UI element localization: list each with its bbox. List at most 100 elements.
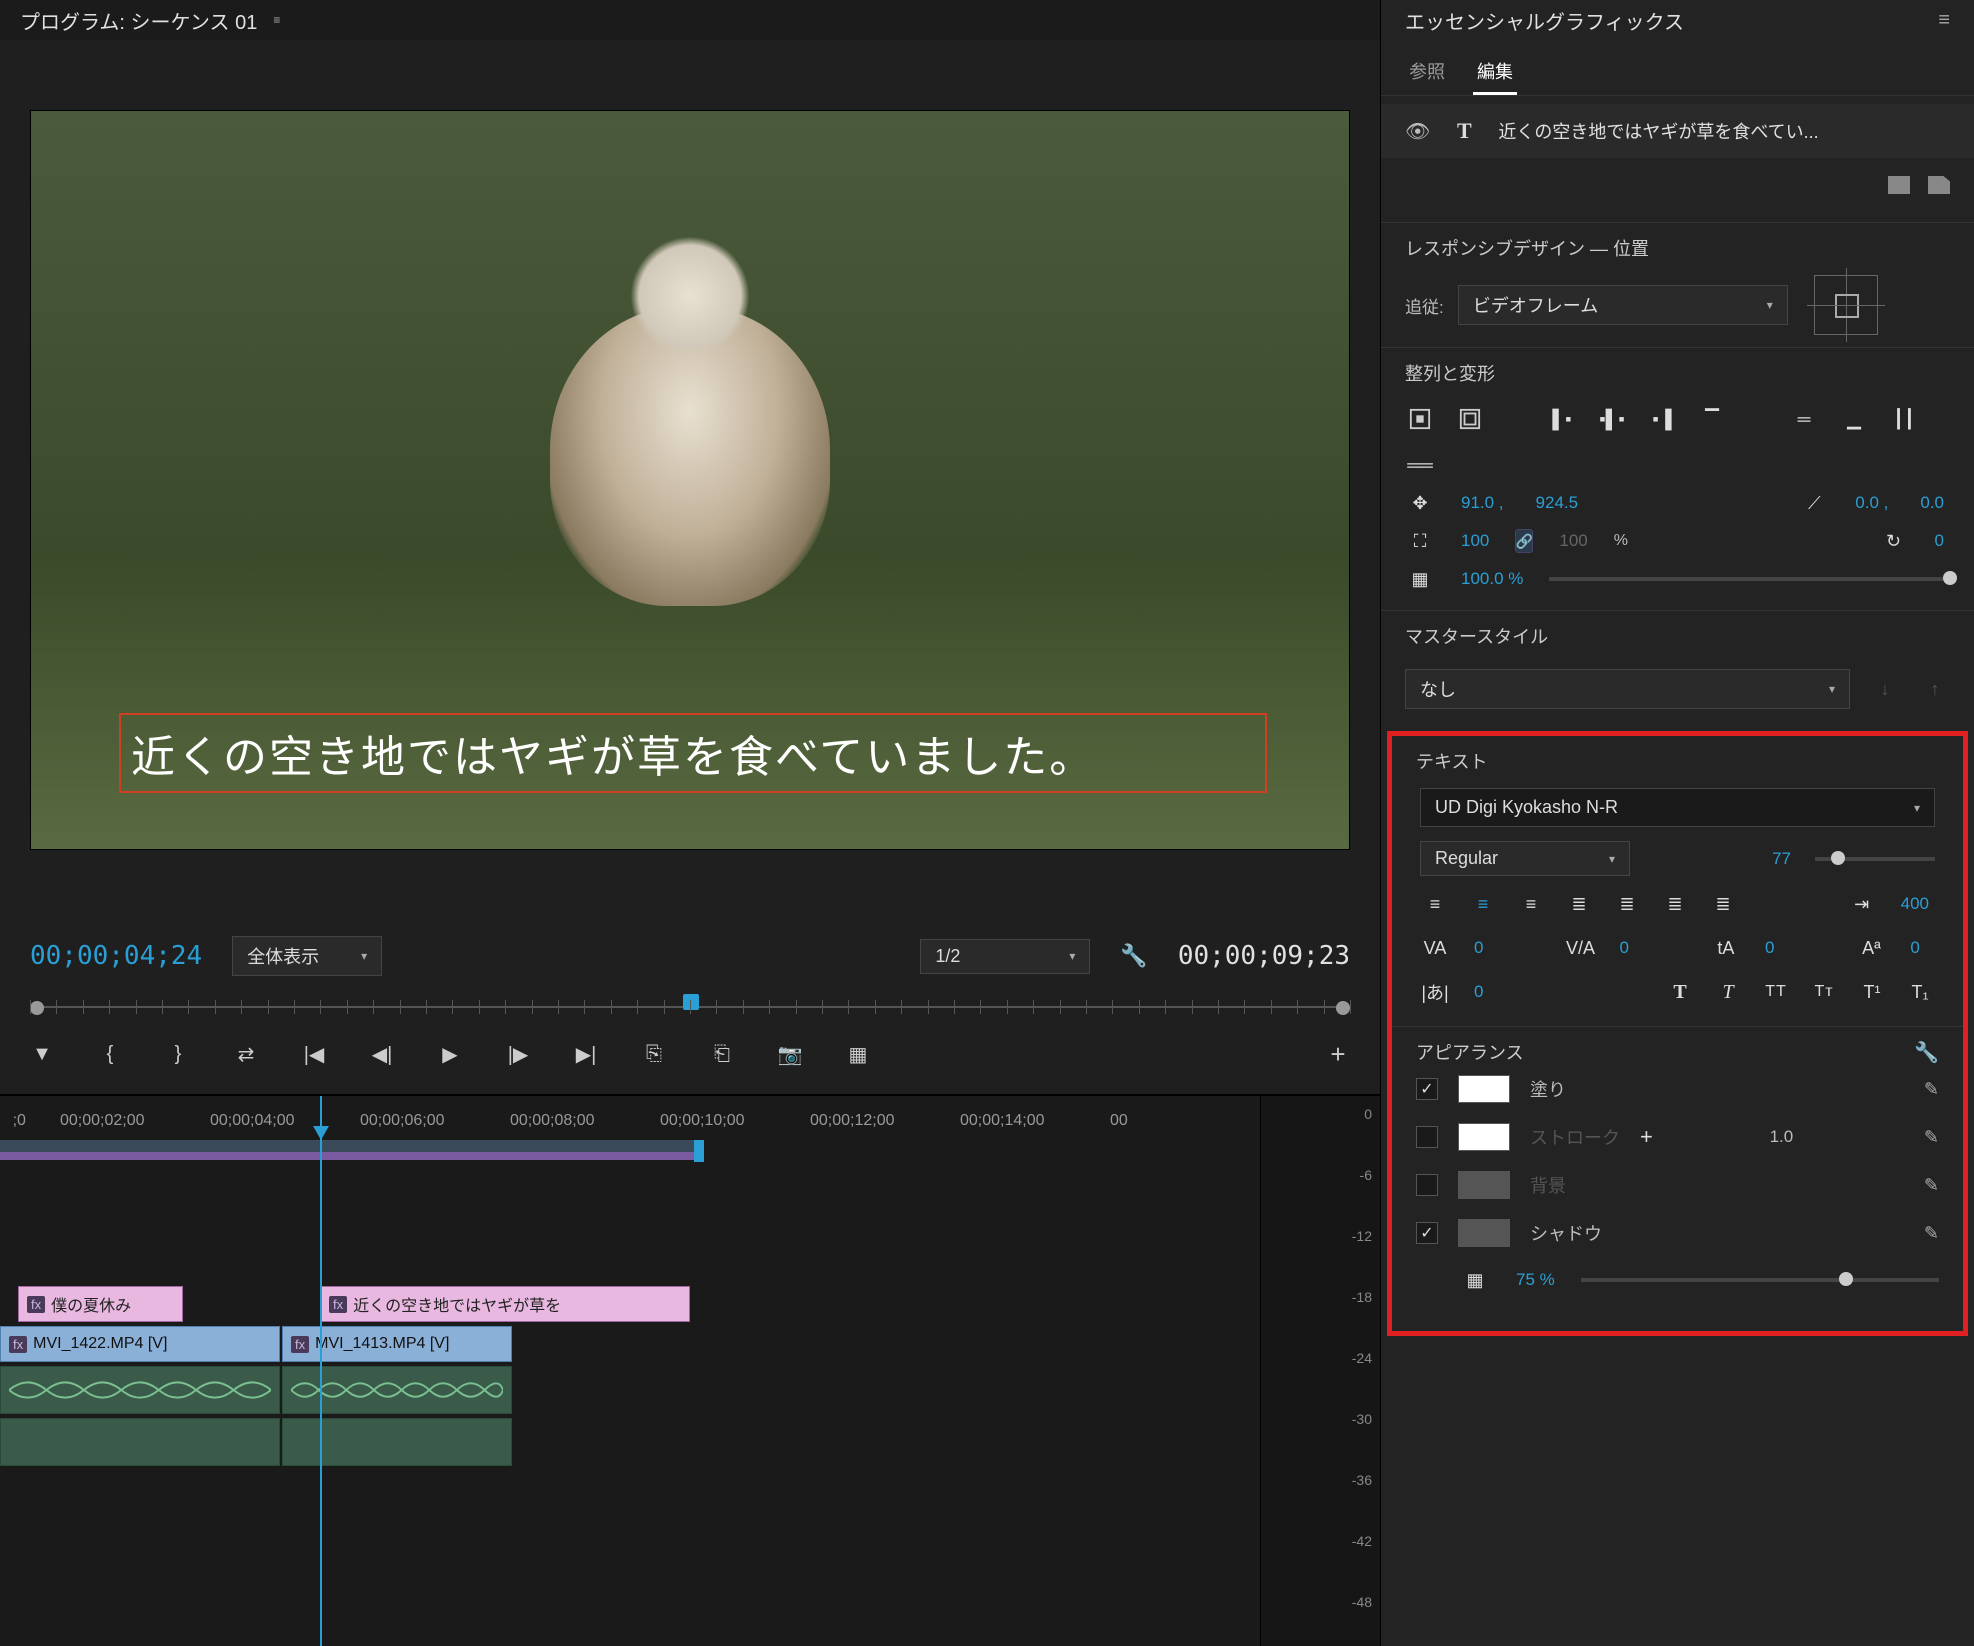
layer-item[interactable]: 👁 T 近くの空き地ではヤギが草を食べてい... (1381, 104, 1974, 158)
zoom-fit-dropdown[interactable]: 全体表示▾ (232, 936, 382, 976)
justify-center-icon[interactable]: ≣ (1612, 891, 1642, 917)
insert-button[interactable]: ⇄ (234, 1042, 258, 1066)
tab-browse[interactable]: 参照 (1405, 50, 1449, 95)
stroke-eyedropper-icon[interactable]: ✎ (1924, 1127, 1939, 1148)
audio-clip-2[interactable] (282, 1366, 512, 1414)
kerning-value[interactable]: 0 (1468, 936, 1489, 960)
graphic-clip-1[interactable]: fx 僕の夏休み (18, 1286, 183, 1322)
align-left-icon[interactable]: ▌▪ (1547, 406, 1577, 432)
push-style-up-icon[interactable]: ↑ (1920, 676, 1950, 702)
leading-value[interactable]: 0 (1759, 936, 1780, 960)
caption-text-box[interactable]: 近くの空き地ではヤギが草を食べていました。 (119, 713, 1267, 793)
background-eyedropper-icon[interactable]: ✎ (1924, 1175, 1939, 1196)
align-right-icon[interactable]: ▪▐ (1647, 406, 1677, 432)
shadow-opacity[interactable]: 75 % (1510, 1268, 1561, 1292)
font-size-slider[interactable] (1815, 857, 1935, 861)
timecode-current[interactable]: 00;00;04;24 (30, 941, 202, 971)
step-forward-button[interactable]: |▶ (506, 1042, 530, 1066)
go-to-in-button[interactable]: |◀ (302, 1042, 326, 1066)
smallcaps-button[interactable]: Tᴛ (1809, 979, 1839, 1005)
distribute-h-icon[interactable]: ┃┃ (1889, 406, 1919, 432)
anchor-y[interactable]: 0.0 (1914, 491, 1950, 515)
fill-checkbox[interactable]: ✓ (1416, 1078, 1438, 1100)
video-clip-2[interactable]: fx MVI_1413.MP4 [V] (282, 1326, 512, 1362)
rotation-value[interactable]: 0 (1929, 529, 1950, 553)
push-style-down-icon[interactable]: ↓ (1870, 676, 1900, 702)
align-right-text-icon[interactable]: ≡ (1516, 891, 1546, 917)
align-bottom-icon[interactable]: ▁ (1839, 406, 1869, 432)
justify-left-icon[interactable]: ≣ (1564, 891, 1594, 917)
anchor-x[interactable]: 0.0 , (1849, 491, 1894, 515)
justify-right-icon[interactable]: ≣ (1660, 891, 1690, 917)
distribute-v-icon[interactable]: ══ (1405, 452, 1435, 478)
background-checkbox[interactable] (1416, 1174, 1438, 1196)
opacity-slider[interactable] (1549, 577, 1950, 581)
comparison-view-button[interactable]: ▦ (846, 1042, 870, 1066)
go-to-out-button[interactable]: ▶| (574, 1042, 598, 1066)
align-vcenter-icon[interactable]: ═ (1789, 406, 1819, 432)
va-value[interactable]: 0 (1613, 936, 1634, 960)
subscript-button[interactable]: T₁ (1905, 979, 1935, 1005)
justify-full-icon[interactable]: ≣ (1708, 891, 1738, 917)
align-center-box-icon[interactable] (1405, 406, 1435, 432)
new-folder-icon[interactable] (1888, 176, 1910, 194)
visibility-eye-icon[interactable]: 👁 (1405, 119, 1430, 144)
italic-button[interactable]: T (1713, 979, 1743, 1005)
position-y[interactable]: 924.5 (1530, 491, 1585, 515)
superscript-button[interactable]: T¹ (1857, 979, 1887, 1005)
tsume-value[interactable]: 0 (1468, 980, 1489, 1004)
new-layer-icon[interactable] (1928, 176, 1950, 194)
scrub-bar[interactable] (30, 990, 1350, 1016)
baseline-value[interactable]: 0 (1904, 936, 1925, 960)
position-x[interactable]: 91.0 , (1455, 491, 1510, 515)
background-swatch[interactable] (1458, 1171, 1510, 1199)
shadow-opacity-slider[interactable] (1581, 1278, 1939, 1282)
marker-button[interactable]: ▼ (30, 1042, 54, 1066)
pin-widget[interactable] (1814, 275, 1878, 335)
font-weight-dropdown[interactable]: Regular▾ (1420, 841, 1630, 876)
play-button[interactable]: ▶ (438, 1042, 462, 1066)
playhead[interactable] (320, 1096, 322, 1646)
master-style-dropdown[interactable]: なし▾ (1405, 669, 1850, 709)
tracking-value[interactable]: 400 (1895, 892, 1935, 916)
align-left-text-icon[interactable]: ≡ (1420, 891, 1450, 917)
opacity-value[interactable]: 100.0 % (1455, 567, 1529, 591)
settings-wrench-icon[interactable]: 🔧 (1120, 943, 1147, 969)
add-button[interactable]: + (1326, 1042, 1350, 1066)
add-stroke-icon[interactable]: + (1640, 1124, 1653, 1150)
bold-button[interactable]: T (1665, 979, 1695, 1005)
align-center-box-alt-icon[interactable] (1455, 406, 1485, 432)
fill-eyedropper-icon[interactable]: ✎ (1924, 1079, 1939, 1100)
font-family-dropdown[interactable]: UD Digi Kyokasho N-R▾ (1420, 788, 1935, 827)
in-point-button[interactable]: { (98, 1042, 122, 1066)
timeline-ruler[interactable]: ;0 00;00;02;00 00;00;04;00 00;00;06;00 0… (0, 1096, 1260, 1136)
export-frame-button[interactable]: 📷 (778, 1042, 802, 1066)
align-top-icon[interactable]: ▔ (1697, 406, 1727, 432)
scale-w[interactable]: 100 (1455, 529, 1495, 553)
audio-clip-4[interactable] (282, 1418, 512, 1466)
audio-clip-3[interactable] (0, 1418, 280, 1466)
stroke-swatch[interactable] (1458, 1123, 1510, 1151)
audio-clip-1[interactable] (0, 1366, 280, 1414)
panel-menu-icon[interactable]: ≡ (1938, 9, 1950, 32)
font-size[interactable]: 77 (1766, 847, 1797, 871)
video-preview[interactable]: 近くの空き地ではヤギが草を食べていました。 (30, 110, 1350, 850)
align-center-text-icon[interactable]: ≡ (1468, 891, 1498, 917)
appearance-settings-icon[interactable]: 🔧 (1914, 1040, 1939, 1065)
stroke-checkbox[interactable] (1416, 1126, 1438, 1148)
extract-button[interactable]: ⎗ (710, 1042, 734, 1066)
shadow-eyedropper-icon[interactable]: ✎ (1924, 1223, 1939, 1244)
graphic-clip-2[interactable]: fx 近くの空き地ではヤギが草を (320, 1286, 690, 1322)
lift-button[interactable]: ⎘ (642, 1042, 666, 1066)
video-clip-1[interactable]: fx MVI_1422.MP4 [V] (0, 1326, 280, 1362)
link-scale-icon[interactable]: 🔗 (1515, 529, 1533, 553)
stroke-width[interactable]: 1.0 (1770, 1127, 1794, 1147)
follow-dropdown[interactable]: ビデオフレーム▾ (1458, 285, 1788, 325)
fill-swatch[interactable] (1458, 1075, 1510, 1103)
allcaps-button[interactable]: TT (1761, 979, 1791, 1005)
panel-menu-icon[interactable]: ≡ (273, 13, 280, 27)
out-point-button[interactable]: } (166, 1042, 190, 1066)
align-hcenter-icon[interactable]: ▪▌▪ (1597, 406, 1627, 432)
shadow-checkbox[interactable]: ✓ (1416, 1222, 1438, 1244)
resolution-dropdown[interactable]: 1/2▾ (920, 939, 1090, 974)
